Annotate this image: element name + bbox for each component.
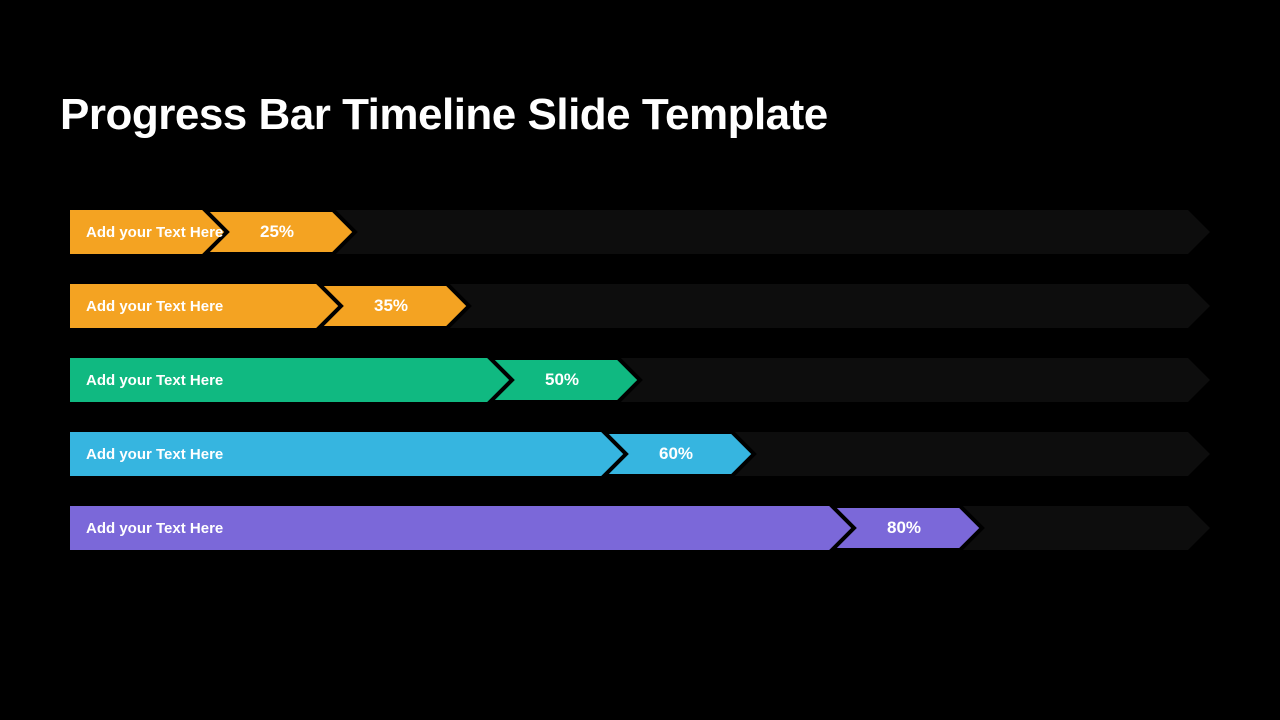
progress-bar-svg	[70, 506, 1210, 550]
progress-bar-row: Add your Text Here 80%	[70, 506, 1210, 550]
progress-bar-label: Add your Text Here	[86, 358, 223, 402]
slide-title: Progress Bar Timeline Slide Template	[60, 90, 1220, 140]
progress-bars-container: Add your Text Here 25% Add your Text Here 3…	[60, 210, 1220, 550]
progress-bar-row: Add your Text Here 60%	[70, 432, 1210, 476]
progress-bar-row: Add your Text Here 25%	[70, 210, 1210, 254]
progress-bar-label: Add your Text Here	[86, 432, 223, 476]
progress-bar-label: Add your Text Here	[86, 506, 223, 550]
progress-bar-svg	[70, 432, 1210, 476]
progress-bar-label: Add your Text Here	[86, 210, 223, 254]
progress-bar-percent: 35%	[374, 284, 408, 328]
slide-root: Progress Bar Timeline Slide Template Add…	[0, 0, 1280, 720]
progress-bar-percent: 60%	[659, 432, 693, 476]
progress-bar-svg	[70, 210, 1210, 254]
progress-bar-svg	[70, 358, 1210, 402]
progress-bar-svg	[70, 284, 1210, 328]
progress-bar-row: Add your Text Here 35%	[70, 284, 1210, 328]
progress-bar-label: Add your Text Here	[86, 284, 223, 328]
progress-bar-percent: 25%	[260, 210, 294, 254]
progress-bar-percent: 50%	[545, 358, 579, 402]
progress-bar-percent: 80%	[887, 506, 921, 550]
progress-bar-row: Add your Text Here 50%	[70, 358, 1210, 402]
